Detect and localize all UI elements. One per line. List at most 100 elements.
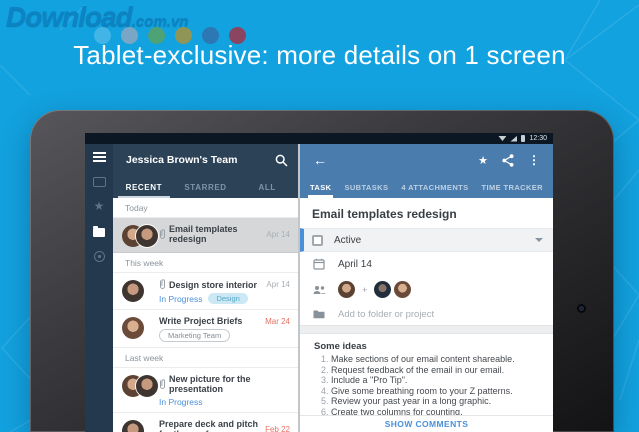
tab-attachments[interactable]: 4 ATTACHMENTS bbox=[401, 176, 468, 198]
status-value: Active bbox=[334, 235, 361, 246]
task-title: Design store interior bbox=[169, 280, 257, 290]
description-item: Request feedback of the email in our ema… bbox=[331, 365, 539, 376]
avatar-group bbox=[122, 316, 159, 339]
chevron-down-icon bbox=[535, 238, 543, 242]
task-date: Feb 22 bbox=[261, 425, 290, 432]
task-list: Today bbox=[113, 198, 298, 432]
hamburger-menu-icon[interactable] bbox=[93, 152, 106, 154]
task-row-prepare-deck[interactable]: Prepare deck and pitch for the conferenc… bbox=[113, 413, 298, 432]
task-status: In Progress bbox=[159, 397, 202, 407]
detail-header: ← ★ ⋮ bbox=[300, 144, 553, 176]
share-icon[interactable] bbox=[502, 154, 514, 167]
section-this-week: This week bbox=[113, 253, 298, 273]
wifi-icon bbox=[498, 136, 506, 141]
detail-tab-bar: TASK SUBTASKS 4 ATTACHMENTS TIME TRACKER bbox=[300, 176, 553, 198]
task-description: Some ideas Make sections of our email co… bbox=[300, 334, 553, 415]
people-icon bbox=[312, 285, 326, 295]
task-row-project-briefs[interactable]: Write Project Briefs Mar 24 Marketing Te… bbox=[113, 310, 298, 348]
description-heading: Some ideas bbox=[314, 341, 539, 352]
status-bar: 12:30 bbox=[85, 133, 553, 144]
tab-time-tracker[interactable]: TIME TRACKER bbox=[482, 176, 543, 198]
description-item: Include a "Pro Tip". bbox=[331, 375, 539, 386]
team-header: Jessica Brown's Team bbox=[113, 144, 298, 176]
overflow-menu-icon[interactable]: ⋮ bbox=[528, 153, 540, 167]
due-date-row[interactable]: April 14 bbox=[300, 252, 553, 276]
paperclip-icon bbox=[159, 279, 166, 290]
avatar-group bbox=[122, 419, 159, 432]
tab-starred[interactable]: STARRED bbox=[175, 176, 237, 198]
folder-add-icon bbox=[312, 309, 326, 319]
task-date: Mar 24 bbox=[261, 317, 290, 326]
tab-task[interactable]: TASK bbox=[310, 176, 331, 198]
back-arrow-icon[interactable]: ← bbox=[313, 152, 327, 168]
tablet-screen: 12:30 ★ Jessica Brown's Team bbox=[85, 133, 553, 432]
show-comments-button[interactable]: SHOW COMMENTS bbox=[300, 415, 553, 432]
task-row-email-templates[interactable]: Email templates redesign Apr 14 bbox=[113, 218, 298, 253]
task-title: New picture for the presentation bbox=[169, 374, 290, 394]
inbox-icon[interactable] bbox=[93, 177, 106, 187]
signal-icon bbox=[510, 136, 517, 142]
section-last-week: Last week bbox=[113, 348, 298, 368]
team-badge: Marketing Team bbox=[159, 329, 230, 342]
avatar bbox=[136, 375, 158, 397]
battery-icon bbox=[521, 135, 525, 142]
plus-icon: + bbox=[362, 285, 367, 295]
avatar bbox=[122, 317, 144, 339]
task-title: Prepare deck and pitch for the conferenc… bbox=[159, 419, 258, 432]
task-detail-content: Email templates redesign Active bbox=[300, 198, 553, 432]
tablet-device: 12:30 ★ Jessica Brown's Team bbox=[30, 110, 614, 432]
avatar-group bbox=[122, 374, 159, 397]
status-selector[interactable]: Active bbox=[300, 228, 553, 252]
star-icon[interactable]: ★ bbox=[94, 201, 105, 212]
due-date-value: April 14 bbox=[338, 259, 372, 270]
avatar-group bbox=[122, 224, 159, 247]
description-item: Make sections of our email content share… bbox=[331, 354, 539, 365]
my-work-icon[interactable] bbox=[94, 251, 105, 262]
avatar bbox=[122, 280, 144, 302]
avatar bbox=[122, 420, 144, 432]
description-item: Review your past year in a long graphic. bbox=[331, 396, 539, 407]
add-folder-row[interactable]: Add to folder or project bbox=[300, 303, 553, 325]
list-tab-bar: RECENT STARRED ALL bbox=[113, 176, 298, 198]
tab-subtasks[interactable]: SUBTASKS bbox=[344, 176, 388, 198]
section-divider bbox=[300, 325, 553, 334]
tab-recent[interactable]: RECENT bbox=[113, 176, 175, 198]
assignee-avatar bbox=[338, 281, 355, 298]
nav-rail: ★ bbox=[85, 144, 113, 432]
clock-text: 12:30 bbox=[529, 135, 547, 142]
task-date: Apr 14 bbox=[262, 230, 290, 239]
folder-icon[interactable] bbox=[93, 228, 105, 237]
tag-badge: Design bbox=[208, 293, 247, 304]
add-folder-placeholder: Add to folder or project bbox=[338, 309, 434, 320]
avatar-group bbox=[122, 279, 159, 302]
task-title: Email templates redesign bbox=[169, 224, 259, 244]
task-row-new-picture[interactable]: New picture for the presentation In Prog… bbox=[113, 368, 298, 413]
avatar bbox=[136, 225, 158, 247]
assignees-row[interactable]: + bbox=[300, 276, 553, 303]
task-row-design-store[interactable]: Design store interior Apr 14 In Progress… bbox=[113, 273, 298, 310]
calendar-icon bbox=[312, 258, 326, 270]
tab-all[interactable]: ALL bbox=[236, 176, 298, 198]
task-list-panel: Jessica Brown's Team RECENT STARRED ALL bbox=[113, 144, 300, 432]
task-detail-title: Email templates redesign bbox=[300, 198, 553, 228]
assignee-avatar bbox=[394, 281, 411, 298]
description-list: Make sections of our email content share… bbox=[314, 354, 539, 415]
team-title: Jessica Brown's Team bbox=[126, 154, 237, 166]
tablet-camera bbox=[577, 304, 586, 313]
section-today: Today bbox=[113, 198, 298, 218]
task-title: Write Project Briefs bbox=[159, 316, 242, 326]
task-date: Apr 14 bbox=[262, 280, 290, 289]
search-icon[interactable] bbox=[275, 154, 288, 167]
paperclip-icon bbox=[159, 379, 166, 390]
star-task-icon[interactable]: ★ bbox=[478, 154, 488, 167]
description-item: Create two columns for counting. bbox=[331, 407, 539, 415]
description-item: Give some breathing room to your Z patte… bbox=[331, 386, 539, 397]
paperclip-icon bbox=[159, 229, 166, 240]
task-detail-panel: ← ★ ⋮ TAS bbox=[300, 144, 553, 432]
promo-banner: Download.com.vn Tablet-exclusive: more d… bbox=[0, 0, 639, 432]
complete-checkbox[interactable] bbox=[312, 235, 323, 246]
assignee-avatar bbox=[374, 281, 391, 298]
task-status: In Progress bbox=[159, 294, 202, 304]
app-window: ★ Jessica Brown's Team RECENT bbox=[85, 144, 553, 432]
hero-title: Tablet-exclusive: more details on 1 scre… bbox=[0, 40, 639, 71]
